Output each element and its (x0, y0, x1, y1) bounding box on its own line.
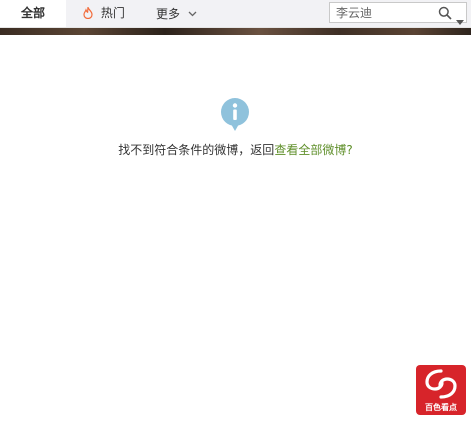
search-icon[interactable] (438, 5, 452, 24)
swirl-logo-icon (425, 369, 457, 399)
tab-more-label: 更多 (156, 7, 181, 21)
tab-hot[interactable]: 热门 (83, 0, 125, 27)
fire-icon (83, 2, 93, 28)
info-icon (219, 97, 251, 136)
empty-state-text: 找不到符合条件的微博，返回 (118, 143, 275, 157)
search-input[interactable] (330, 3, 436, 22)
watermark-text: 百色看点 (425, 403, 457, 412)
chevron-down-icon (188, 0, 197, 26)
search-dropdown-arrow-icon[interactable] (456, 10, 464, 29)
tab-hot-label: 热门 (100, 6, 125, 20)
tab-all[interactable]: 全部 (0, 0, 66, 27)
view-all-weibo-link[interactable]: 查看全部微博? (274, 143, 352, 157)
top-nav-bar: 全部 热门 更多 (0, 0, 471, 28)
empty-state-message: 找不到符合条件的微博，返回查看全部微博? (0, 141, 471, 158)
search-box (329, 2, 467, 25)
watermark-logo: 百色看点 (416, 365, 466, 415)
header-banner-image (0, 28, 471, 35)
tab-all-label: 全部 (20, 6, 45, 20)
tab-more-dropdown[interactable]: 更多 (156, 0, 197, 27)
